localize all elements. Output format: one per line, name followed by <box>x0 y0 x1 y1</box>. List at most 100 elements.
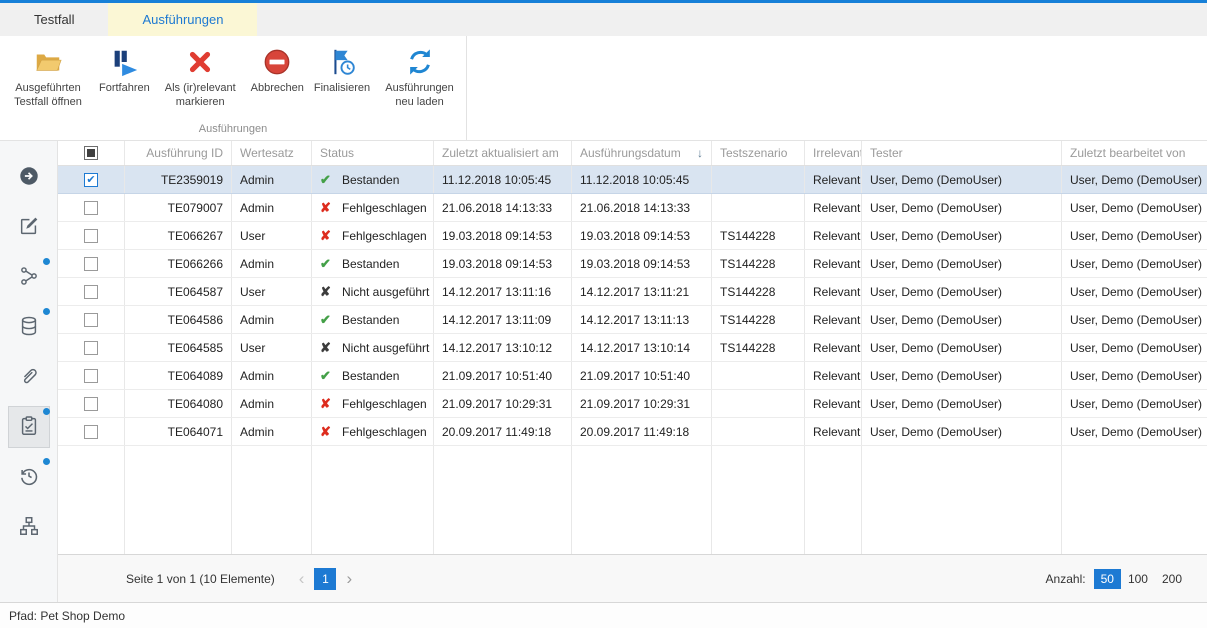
column-header-testszenario[interactable]: Testszenario <box>712 141 805 165</box>
cell-irrelevant: Relevant <box>805 334 862 361</box>
count-option-100[interactable]: 100 <box>1121 569 1155 589</box>
cell-tester: User, Demo (DemoUser) <box>862 194 1062 221</box>
cell-editedby: User, Demo (DemoUser) <box>1062 306 1207 333</box>
column-header-updated[interactable]: Zuletzt aktualisiert am <box>434 141 572 165</box>
notification-dot <box>43 458 50 465</box>
cell-id: TE064089 <box>125 362 232 389</box>
column-header-tester[interactable]: Tester <box>862 141 1062 165</box>
cell-check <box>58 194 125 221</box>
page-size-selector: Anzahl: 50100200 <box>1046 569 1189 589</box>
sidebar-item-run[interactable] <box>9 157 49 197</box>
cell-status: ✔Bestanden <box>312 306 434 333</box>
count-option-200[interactable]: 200 <box>1155 569 1189 589</box>
status-label: Fehlgeschlagen <box>342 397 427 411</box>
table-row[interactable]: TE066267User✘Fehlgeschlagen19.03.2018 09… <box>58 222 1207 250</box>
cell-updated: 14.12.2017 13:10:12 <box>434 334 572 361</box>
cell-check <box>58 306 125 333</box>
table-body: TE2359019Admin✔Bestanden11.12.2018 10:05… <box>58 166 1207 554</box>
table-row[interactable]: TE079007Admin✘Fehlgeschlagen21.06.2018 1… <box>58 194 1207 222</box>
status-label: Fehlgeschlagen <box>342 229 427 243</box>
toolbar-button-finalize[interactable]: Finalisieren <box>309 42 375 99</box>
row-checkbox[interactable] <box>84 257 98 271</box>
cell-updated: 11.12.2018 10:05:45 <box>434 166 572 193</box>
sidebar-item-history[interactable] <box>9 457 49 497</box>
table-row[interactable]: TE064080Admin✘Fehlgeschlagen21.09.2017 1… <box>58 390 1207 418</box>
cell-tester: User, Demo (DemoUser) <box>862 390 1062 417</box>
cell-tester: User, Demo (DemoUser) <box>862 334 1062 361</box>
cancel-icon <box>262 45 292 79</box>
open-executed-testcase-icon <box>33 45 63 79</box>
column-header-label: Testszenario <box>720 146 787 160</box>
table-row[interactable]: TE064089Admin✔Bestanden21.09.2017 10:51:… <box>58 362 1207 390</box>
sidebar-item-executions[interactable] <box>9 407 49 447</box>
row-checkbox[interactable] <box>84 397 98 411</box>
table-row[interactable]: TE064587User✘Nicht ausgeführt14.12.2017 … <box>58 278 1207 306</box>
column-header-id[interactable]: Ausführung ID <box>125 141 232 165</box>
table-row[interactable]: TE064586Admin✔Bestanden14.12.2017 13:11:… <box>58 306 1207 334</box>
column-header-irrelevant[interactable]: Irrelevant <box>805 141 862 165</box>
status-label: Nicht ausgeführt <box>342 285 429 299</box>
status-passed-icon: ✔ <box>320 368 337 384</box>
tab-ausfuehrungen[interactable]: Ausführungen <box>108 3 257 36</box>
app-window: Testfall Ausführungen Ausgeführten Testf… <box>0 0 1207 628</box>
cell-irrelevant: Relevant <box>805 362 862 389</box>
status-failed-icon: ✘ <box>320 200 337 216</box>
status-failed-icon: ✘ <box>320 396 337 412</box>
chevron-right-icon[interactable]: › <box>342 570 356 587</box>
reload-executions-icon <box>405 45 435 79</box>
status-label: Bestanden <box>342 173 399 187</box>
cell-updated: 20.09.2017 11:49:18 <box>434 418 572 445</box>
cell-id: TE064587 <box>125 278 232 305</box>
row-checkbox[interactable] <box>84 425 98 439</box>
sidebar-item-data[interactable] <box>9 307 49 347</box>
cell-editedby: User, Demo (DemoUser) <box>1062 250 1207 277</box>
sidebar-item-attachments[interactable] <box>9 357 49 397</box>
cell-wertesatz: User <box>232 222 312 249</box>
status-passed-icon: ✔ <box>320 256 337 272</box>
chevron-left-icon[interactable]: ‹ <box>295 570 309 587</box>
select-all-checkbox[interactable] <box>84 146 98 160</box>
row-checkbox[interactable] <box>84 229 98 243</box>
cell-check <box>58 362 125 389</box>
row-checkbox[interactable] <box>84 173 98 187</box>
status-label: Nicht ausgeführt <box>342 341 429 355</box>
sidebar-item-edit[interactable] <box>9 207 49 247</box>
toolbar-button-reload-executions[interactable]: Ausführungen neu laden <box>375 42 464 113</box>
column-header-status[interactable]: Status <box>312 141 434 165</box>
row-checkbox[interactable] <box>84 201 98 215</box>
executions-icon <box>18 415 40 440</box>
count-options: 50100200 <box>1094 569 1189 589</box>
toolbar-button-mark-irrelevant[interactable]: Als (ir)relevant markieren <box>155 42 246 113</box>
cell-irrelevant: Relevant <box>805 306 862 333</box>
cell-irrelevant: Relevant <box>805 166 862 193</box>
toolbar-button-open-executed-testcase[interactable]: Ausgeführten Testfall öffnen <box>2 42 94 113</box>
notification-dot <box>43 408 50 415</box>
column-header-wertesatz[interactable]: Wertesatz <box>232 141 312 165</box>
executions-table: Ausführung IDWertesatzStatusZuletzt aktu… <box>58 141 1207 554</box>
count-option-50[interactable]: 50 <box>1094 569 1121 589</box>
table-row[interactable]: TE064585User✘Nicht ausgeführt14.12.2017 … <box>58 334 1207 362</box>
row-checkbox[interactable] <box>84 313 98 327</box>
run-arrow-icon <box>18 165 40 190</box>
pagination-nav: ‹ 1 › <box>295 568 356 590</box>
toolbar-button-cancel[interactable]: Abbrechen <box>246 42 309 99</box>
column-header-execdate[interactable]: Ausführungsdatum↓ <box>572 141 712 165</box>
table-row[interactable]: TE2359019Admin✔Bestanden11.12.2018 10:05… <box>58 166 1207 194</box>
row-checkbox[interactable] <box>84 285 98 299</box>
sidebar-item-hierarchy[interactable] <box>9 507 49 547</box>
cell-execdate: 21.09.2017 10:29:31 <box>572 390 712 417</box>
tab-testfall[interactable]: Testfall <box>0 3 108 36</box>
cell-wertesatz: Admin <box>232 194 312 221</box>
row-checkbox[interactable] <box>84 369 98 383</box>
cell-execdate: 14.12.2017 13:10:14 <box>572 334 712 361</box>
row-checkbox[interactable] <box>84 341 98 355</box>
column-header-editedby[interactable]: Zuletzt bearbeitet von <box>1062 141 1207 165</box>
table-row[interactable]: TE066266Admin✔Bestanden19.03.2018 09:14:… <box>58 250 1207 278</box>
page-button-1[interactable]: 1 <box>314 568 336 590</box>
sidebar-item-links[interactable] <box>9 257 49 297</box>
cell-tester: User, Demo (DemoUser) <box>862 418 1062 445</box>
content-area: Ausführung IDWertesatzStatusZuletzt aktu… <box>58 141 1207 602</box>
toolbar-button-label: Abbrechen <box>251 82 304 96</box>
toolbar-button-continue[interactable]: Fortfahren <box>94 42 155 99</box>
table-row[interactable]: TE064071Admin✘Fehlgeschlagen20.09.2017 1… <box>58 418 1207 446</box>
